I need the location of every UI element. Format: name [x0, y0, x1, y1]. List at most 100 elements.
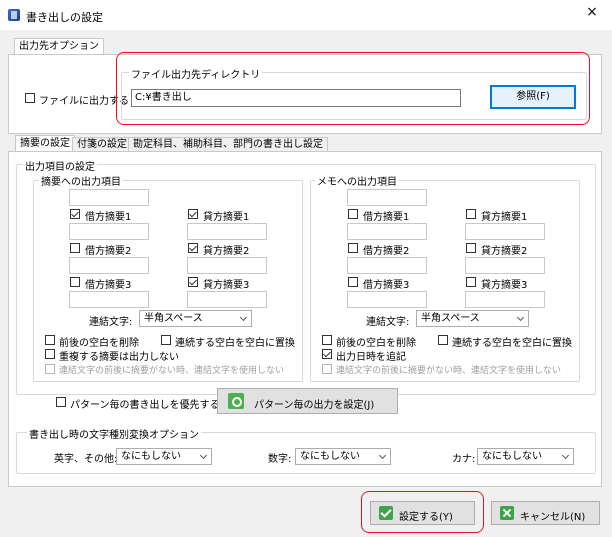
tab-summary-settings-label: 摘要の設定 — [20, 138, 70, 149]
pattern-priority-label: パターン毎の書き出しを優先する — [70, 400, 220, 411]
summary-trim-checkbox[interactable] — [45, 335, 55, 345]
tab-account-settings[interactable]: 勘定科目、補助科目、部門の書き出し設定 — [128, 137, 328, 152]
highlight-ring-apply — [361, 491, 484, 533]
close-button[interactable]: × — [572, 0, 612, 26]
highlight-ring-output-dir — [116, 52, 590, 125]
summary-credit1-field[interactable] — [187, 223, 267, 240]
summary-debit1-field[interactable] — [69, 223, 149, 240]
memo-credit3-checkbox[interactable] — [466, 277, 476, 287]
cancel-button[interactable]: キャンセル(N) — [491, 501, 600, 525]
summary-credit2-label: 貸方摘要2 — [203, 246, 250, 257]
summary-credit1-checkbox[interactable] — [188, 209, 198, 219]
cancel-label: キャンセル(N) — [520, 512, 586, 523]
chevron-down-icon — [516, 313, 525, 322]
memo-debit3-label: 借方摘要3 — [363, 280, 410, 291]
chevron-down-icon — [239, 313, 248, 322]
memo-debit2-checkbox[interactable] — [348, 243, 358, 253]
settings-dialog: 書き出しの設定 × 出力先オプション ファイルに出力する ファイル出力先ディレク… — [0, 0, 612, 537]
close-icon — [500, 506, 514, 520]
summary-credit2-checkbox[interactable] — [188, 243, 198, 253]
summary-replace-checkbox[interactable] — [161, 335, 171, 345]
memo-date-checkbox[interactable] — [322, 349, 332, 359]
summary-debit3-label: 借方摘要3 — [85, 280, 132, 291]
convert-alpha-select[interactable]: なにもしない — [116, 448, 212, 465]
memo-debit1-checkbox[interactable] — [348, 209, 358, 219]
summary-join-label: 連結文字: — [89, 317, 133, 328]
convert-digit-label: 数字: — [268, 454, 292, 465]
memo-credit3-field[interactable] — [465, 291, 545, 308]
summary-settings-panel: 出力項目の設定 摘要への出力項目 借方摘要1 貸方摘要1 借方摘要2 貸方摘要2… — [8, 151, 602, 487]
memo-debit2-label: 借方摘要2 — [363, 246, 410, 257]
summary-join-value: 半角スペース — [144, 313, 203, 324]
memo-join-value: 半角スペース — [421, 313, 480, 324]
title-bar: 書き出しの設定 × — [0, 0, 612, 30]
convert-kana-select[interactable]: なにもしない — [477, 448, 574, 465]
summary-join-empty-checkbox[interactable] — [45, 364, 55, 374]
tab-sticky-settings-label: 付箋の設定 — [77, 139, 127, 150]
convert-digit-select[interactable]: なにもしない — [295, 448, 391, 465]
memo-debit3-field[interactable] — [347, 291, 427, 308]
memo-replace-checkbox[interactable] — [438, 335, 448, 345]
memo-credit1-label: 貸方摘要1 — [481, 212, 528, 223]
memo-replace-label: 連続する空白を空白に置換 — [452, 338, 572, 349]
memo-debit1-field[interactable] — [347, 223, 427, 240]
memo-credit3-label: 貸方摘要3 — [481, 280, 528, 291]
convert-digit-value: なにもしない — [300, 451, 360, 462]
chevron-down-icon — [378, 451, 387, 460]
summary-debit2-checkbox[interactable] — [70, 243, 80, 253]
summary-credit2-field[interactable] — [187, 257, 267, 274]
summary-debit1-label: 借方摘要1 — [85, 212, 132, 223]
memo-join-empty-checkbox[interactable] — [322, 364, 332, 374]
memo-join-empty-label: 連結文字の前後に摘要がない時、連結文字を使用しない — [336, 366, 562, 376]
gear-icon — [228, 393, 244, 409]
chevron-down-icon — [199, 451, 208, 460]
memo-credit2-label: 貸方摘要2 — [481, 246, 528, 257]
summary-debit2-label: 借方摘要2 — [85, 246, 132, 257]
summary-debit3-field[interactable] — [69, 291, 149, 308]
pattern-priority-checkbox[interactable] — [56, 397, 66, 407]
memo-credit1-field[interactable] — [465, 223, 545, 240]
summary-trim-label: 前後の空白を削除 — [59, 338, 139, 349]
memo-debit1-label: 借方摘要1 — [363, 212, 410, 223]
summary-debit2-field[interactable] — [69, 257, 149, 274]
memo-credit2-checkbox[interactable] — [466, 243, 476, 253]
output-to-file-checkbox[interactable] — [25, 93, 35, 103]
summary-credit1-label: 貸方摘要1 — [203, 212, 250, 223]
summary-dup-checkbox[interactable] — [45, 349, 55, 359]
convert-options-group-label: 書き出し時の文字種別変換オプション — [27, 426, 201, 441]
pattern-output-settings-button[interactable]: パターン毎の出力を設定(J) — [217, 388, 398, 414]
summary-join-select[interactable]: 半角スペース — [139, 310, 252, 327]
tab-output-options-label: 出力先オプション — [19, 41, 99, 52]
convert-alpha-value: なにもしない — [121, 451, 181, 462]
memo-join-select[interactable]: 半角スペース — [416, 310, 529, 327]
memo-trim-checkbox[interactable] — [322, 335, 332, 345]
memo-trim-label: 前後の空白を削除 — [336, 338, 416, 349]
summary-dup-label: 重複する摘要は出力しない — [59, 352, 179, 363]
memo-items-group-label: メモへの出力項目 — [315, 173, 399, 188]
summary-debit3-checkbox[interactable] — [70, 277, 80, 287]
tab-summary-settings[interactable]: 摘要の設定 — [15, 135, 75, 152]
summary-credit3-checkbox[interactable] — [188, 277, 198, 287]
memo-debit2-field[interactable] — [347, 257, 427, 274]
memo-join-label: 連結文字: — [366, 317, 410, 328]
memo-field-top[interactable] — [347, 189, 427, 206]
tab-output-options[interactable]: 出力先オプション — [14, 38, 104, 55]
app-icon — [8, 9, 20, 21]
convert-alpha-label: 英字、その他: — [54, 454, 118, 465]
tab-sticky-settings[interactable]: 付箋の設定 — [72, 137, 132, 152]
summary-credit3-field[interactable] — [187, 291, 267, 308]
summary-join-empty-label: 連結文字の前後に摘要がない時、連結文字を使用しない — [59, 366, 285, 376]
summary-replace-label: 連続する空白を空白に置換 — [175, 338, 295, 349]
output-items-group-label: 出力項目の設定 — [23, 158, 97, 173]
summary-debit1-checkbox[interactable] — [70, 209, 80, 219]
memo-date-label: 出力日時を追記 — [336, 352, 406, 363]
chevron-down-icon — [561, 451, 570, 460]
convert-kana-value: なにもしない — [482, 451, 542, 462]
summary-credit3-label: 貸方摘要3 — [203, 280, 250, 291]
tab-account-settings-label: 勘定科目、補助科目、部門の書き出し設定 — [133, 139, 323, 150]
summary-field-top[interactable] — [69, 189, 149, 206]
memo-credit2-field[interactable] — [465, 257, 545, 274]
memo-debit3-checkbox[interactable] — [348, 277, 358, 287]
memo-credit1-checkbox[interactable] — [466, 209, 476, 219]
pattern-output-settings-label: パターン毎の出力を設定(J) — [254, 400, 375, 411]
